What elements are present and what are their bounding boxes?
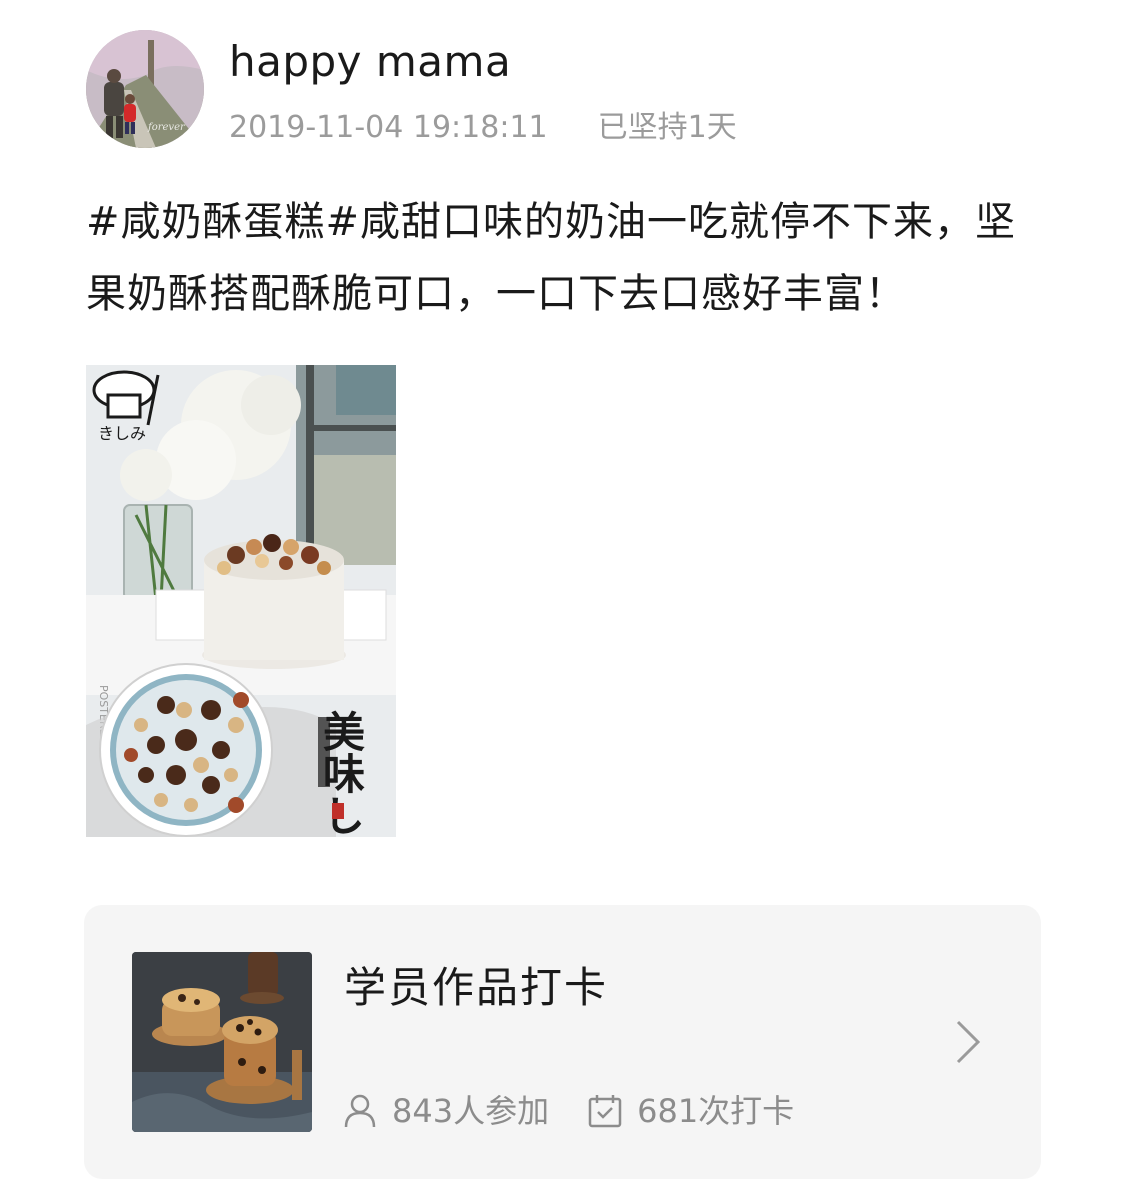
course-title: 学员作品打卡 <box>344 963 609 1012</box>
post-meta: 2019-11-04 19:18:11 已坚持1天 <box>229 108 737 148</box>
username[interactable]: happy mama <box>229 38 511 86</box>
avatar[interactable]: forever <box>86 30 204 148</box>
cake-photo: きしみ POSTERLABS <box>86 365 396 837</box>
logo-text: きしみ <box>98 424 146 443</box>
course-card[interactable]: 学员作品打卡 843人参加 681次打卡 <box>84 905 1041 1179</box>
avatar-photo: forever <box>86 30 204 148</box>
participants-stat: 843人参加 <box>342 1091 549 1131</box>
muffin-photo <box>132 952 312 1132</box>
person-icon <box>344 1094 376 1128</box>
post-timestamp: 2019-11-04 19:18:11 <box>229 110 548 145</box>
course-thumbnail <box>132 952 312 1132</box>
post-detail-page: forever happy mama 2019-11-04 19:18:11 已… <box>0 0 1125 1201</box>
streak-label: 已坚持1天 <box>597 110 737 145</box>
calendar-check-icon <box>588 1095 622 1128</box>
participants-count: 843人参加 <box>392 1092 550 1130</box>
post-image[interactable]: きしみ POSTERLABS <box>86 365 396 837</box>
chevron-right-icon[interactable] <box>953 1018 983 1066</box>
course-stats: 843人参加 681次打卡 <box>342 1091 832 1131</box>
checkins-count: 681次打卡 <box>637 1092 795 1130</box>
svg-text:forever: forever <box>147 122 186 133</box>
checkins-stat: 681次打卡 <box>587 1091 794 1131</box>
post-text: #咸奶酥蛋糕#咸甜口味的奶油一吃就停不下来，坚果奶酥搭配酥脆可口，一口下去口感好… <box>86 199 1017 317</box>
